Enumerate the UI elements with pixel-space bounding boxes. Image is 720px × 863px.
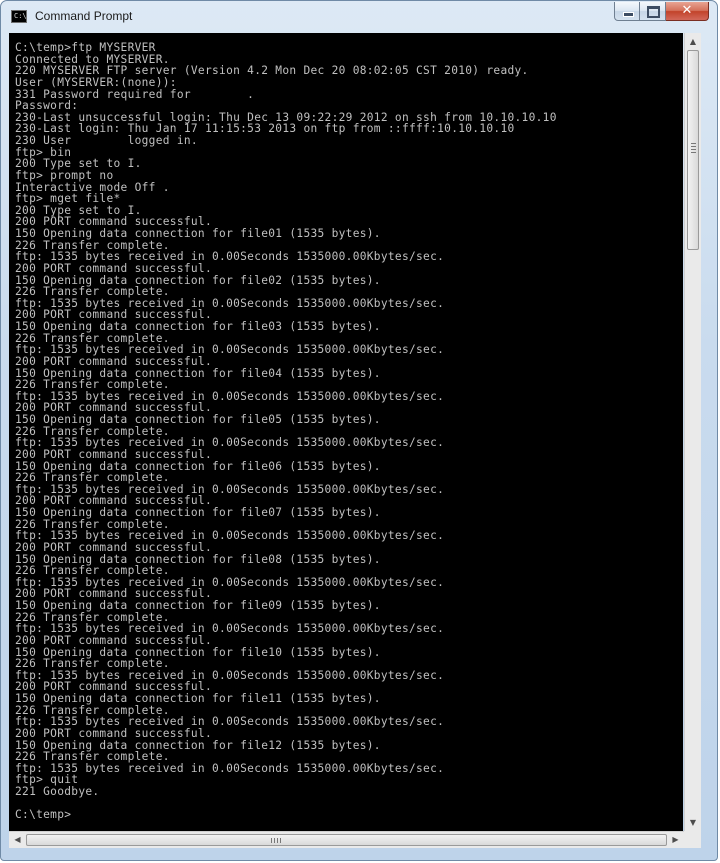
console-line: Password:: [15, 99, 79, 113]
title-bar[interactable]: C:\ Command Prompt ✕: [1, 1, 717, 33]
console-line: ftp> prompt no: [15, 168, 114, 182]
console-line: 200 PORT command successful.: [15, 354, 212, 368]
console-line: 226 Transfer complete.: [15, 285, 170, 299]
console-line: 150 Opening data connection for file05 (…: [15, 413, 381, 426]
scroll-down-arrow-icon[interactable]: ▼: [685, 814, 701, 831]
console-line: 150 Opening data connection for file09 (…: [15, 599, 381, 612]
console-line: C:\temp>ftp MYSERVER: [15, 41, 156, 54]
console-line: 200 PORT command successful.: [15, 633, 212, 647]
console-line: 200 PORT command successful.: [15, 726, 212, 740]
vertical-scrollbar[interactable]: ▲ ▼: [684, 33, 701, 831]
console-line: User (MYSERVER:(none)):: [15, 75, 177, 89]
console-line: ftp: 1535 bytes received in 0.00Seconds …: [15, 761, 445, 775]
size-grip[interactable]: [684, 831, 701, 848]
scroll-up-arrow-icon[interactable]: ▲: [685, 33, 701, 50]
close-icon: ✕: [681, 3, 693, 18]
command-prompt-icon[interactable]: C:\: [11, 10, 27, 23]
vertical-scroll-thumb[interactable]: [687, 50, 699, 250]
maximize-icon: [647, 6, 660, 18]
caption-buttons: ✕: [614, 2, 709, 22]
console-line: 221 Goodbye.: [15, 785, 100, 798]
console-line: ftp> mget file*: [15, 192, 121, 206]
minimize-icon: [623, 12, 634, 17]
command-prompt-window: C:\ Command Prompt ✕ C:\temp>ftp MYSERVE…: [0, 0, 718, 861]
command-prompt-icon-label: C:\: [14, 12, 27, 20]
console-line: 226 Transfer complete.: [15, 564, 170, 578]
console-line: 226 Transfer complete.: [15, 471, 170, 485]
console-line: 150 Opening data connection for file01 (…: [15, 227, 381, 240]
scroll-right-arrow-icon[interactable]: ▶: [667, 832, 684, 848]
console-line: 200 PORT command successful.: [15, 447, 212, 461]
console-output[interactable]: C:\temp>ftp MYSERVER Connected to MYSERVE…: [9, 33, 683, 831]
console-lines: C:\temp>ftp MYSERVER Connected to MYSERVE…: [15, 42, 557, 821]
horizontal-scrollbar[interactable]: ◀ ▶: [9, 831, 684, 848]
console-line: 150 Opening data connection for file07 (…: [15, 506, 381, 519]
horizontal-scroll-thumb[interactable]: [26, 834, 667, 846]
console-line: 150 Opening data connection for file11 (…: [15, 692, 381, 705]
minimize-button[interactable]: [614, 2, 640, 21]
vertical-grip-icon: [691, 143, 696, 144]
console-line: 226 Transfer complete.: [15, 750, 170, 764]
horizontal-grip-icon: [271, 838, 272, 843]
scroll-left-arrow-icon[interactable]: ◀: [9, 832, 26, 848]
console-line: 150 Opening data connection for file03 (…: [15, 320, 381, 333]
console-line: 226 Transfer complete.: [15, 378, 170, 392]
close-button[interactable]: ✕: [666, 2, 709, 21]
window-title: Command Prompt: [35, 9, 133, 23]
console-line: 230 User logged in.: [15, 134, 198, 147]
console-line: C:\temp>: [15, 808, 72, 822]
console-line: 331 Password required for .: [15, 87, 255, 101]
console-line: 200 PORT command successful.: [15, 261, 212, 275]
console-line: 200 PORT command successful.: [15, 540, 212, 554]
maximize-button[interactable]: [640, 2, 666, 21]
console-line: 226 Transfer complete.: [15, 657, 170, 671]
